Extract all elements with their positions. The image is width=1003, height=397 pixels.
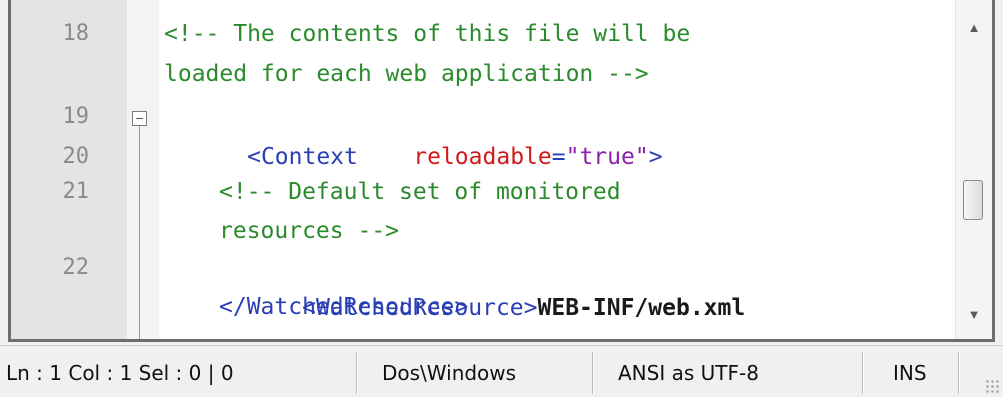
xml-text-content: WEB-INF/web.xml (537, 295, 746, 321)
cursor-position: Ln : 1 Col : 1 Sel : 0 | 0 (6, 361, 234, 385)
xml-equals: = (551, 144, 566, 170)
status-bar: Ln : 1 Col : 1 Sel : 0 | 0 Dos\Windows A… (0, 345, 1003, 397)
line-number: 19 (62, 104, 90, 129)
code-line-19: <Context reloadable="true"> (164, 97, 662, 170)
xml-attribute: reloadable (413, 144, 552, 170)
code-editor[interactable]: 18 19 20 21 22 <!-- The contents of this… (8, 0, 995, 342)
line-number: 20 (62, 144, 90, 169)
fold-collapse-icon[interactable] (132, 111, 147, 126)
scroll-thumb[interactable] (963, 180, 983, 220)
encoding-indicator[interactable]: ANSI as UTF-8 (618, 354, 838, 392)
line-number: 18 (62, 21, 90, 46)
vertical-scrollbar[interactable]: ▲ ▼ (955, 0, 992, 339)
code-line-22a: <WatchedResource>WEB-INF/web.xml (219, 248, 745, 321)
line-number-gutter: 18 19 20 21 22 (11, 0, 127, 339)
code-line-18a: <!-- The contents of this file will be (164, 21, 691, 47)
fold-guide-line (139, 126, 140, 339)
status-separator (356, 352, 358, 394)
code-line-18b: loaded for each web application --> (164, 61, 649, 87)
editor-window: 18 19 20 21 22 <!-- The contents of this… (0, 0, 1003, 397)
insert-mode-indicator[interactable]: INS (893, 354, 953, 392)
status-separator (862, 352, 864, 394)
line-ending-format[interactable]: Dos\Windows (382, 354, 562, 392)
xml-tag-close: > (648, 144, 663, 170)
code-line-21a: <!-- Default set of monitored (219, 179, 621, 205)
line-number: 22 (62, 255, 90, 280)
xml-attribute-value: "true" (565, 144, 649, 170)
scroll-down-arrow-icon[interactable]: ▼ (956, 297, 992, 333)
status-separator (958, 352, 960, 394)
code-line-21b: resources --> (219, 218, 400, 244)
xml-tag-open: <Context (247, 144, 358, 170)
fold-margin (127, 0, 159, 339)
resize-grip-icon[interactable] (985, 379, 999, 393)
code-line-22b: </WatchedResource> (219, 294, 469, 320)
scroll-up-arrow-icon[interactable]: ▲ (956, 10, 992, 46)
status-separator (592, 352, 594, 394)
line-number: 21 (62, 179, 90, 204)
